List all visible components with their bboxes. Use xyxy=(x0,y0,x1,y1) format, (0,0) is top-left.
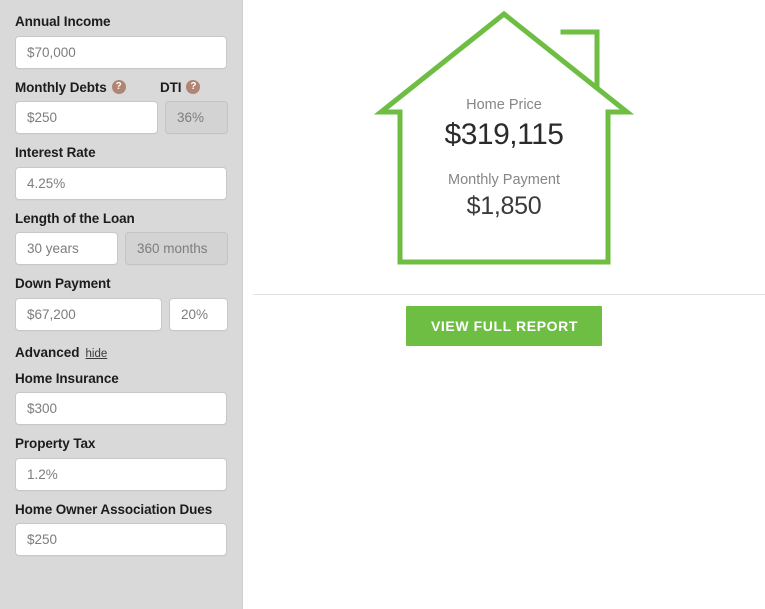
advanced-section-header: Advanced hide xyxy=(15,345,227,360)
down-payment-input[interactable] xyxy=(15,297,162,331)
help-icon-monthly-debts[interactable]: ? xyxy=(111,80,126,95)
field-group-property-tax: Property Tax xyxy=(15,436,227,491)
view-full-report-button[interactable]: VIEW FULL REPORT xyxy=(405,306,602,346)
label-annual-income: Annual Income xyxy=(15,14,227,30)
field-group-down-payment: Down Payment xyxy=(15,276,228,331)
label-loan-length: Length of the Loan xyxy=(15,211,227,227)
results-pane: Home Price $319,115 Monthly Payment $1,8… xyxy=(243,0,765,609)
input-row-annual-income xyxy=(15,35,227,69)
field-group-interest-rate: Interest Rate xyxy=(15,145,227,200)
input-row-loan-length xyxy=(15,232,228,266)
advanced-hide-toggle[interactable]: hide xyxy=(86,348,108,360)
calculator-form-sidebar: Annual Income Monthly Debts ? DTI ? xyxy=(0,0,243,609)
field-group-home-insurance: Home Insurance xyxy=(15,371,227,426)
label-cell-dti: DTI ? xyxy=(160,79,201,96)
label-hoa-dues-text: Home Owner Association Dues xyxy=(15,501,213,517)
down-payment-percent-input[interactable] xyxy=(169,297,228,331)
label-dti: DTI xyxy=(160,79,182,95)
label-down-payment-text: Down Payment xyxy=(15,276,111,292)
hoa-dues-input[interactable] xyxy=(15,523,227,557)
input-row-property-tax xyxy=(15,457,227,491)
label-hoa-dues: Home Owner Association Dues xyxy=(15,502,227,518)
label-interest-rate-text: Interest Rate xyxy=(15,145,96,161)
results-divider xyxy=(253,294,765,295)
input-row-down-payment xyxy=(15,297,228,331)
input-row-monthly-debts-dti xyxy=(15,101,228,135)
label-monthly-debts: Monthly Debts xyxy=(15,79,107,95)
mortgage-calculator-app: Annual Income Monthly Debts ? DTI ? xyxy=(0,0,765,609)
field-group-hoa-dues: Home Owner Association Dues xyxy=(15,502,227,557)
cta-container: VIEW FULL REPORT xyxy=(243,306,765,346)
annual-income-input[interactable] xyxy=(15,35,227,69)
field-group-loan-length: Length of the Loan xyxy=(15,211,228,266)
interest-rate-input[interactable] xyxy=(15,166,227,200)
advanced-title: Advanced xyxy=(15,344,80,360)
house-outline-icon xyxy=(373,10,635,265)
home-insurance-input[interactable] xyxy=(15,392,227,426)
help-icon-dti[interactable]: ? xyxy=(186,80,201,95)
label-property-tax: Property Tax xyxy=(15,436,227,452)
input-row-interest-rate xyxy=(15,166,227,200)
field-group-monthly-debts-dti: Monthly Debts ? DTI ? xyxy=(15,80,228,135)
loan-length-years-input[interactable] xyxy=(15,232,118,266)
monthly-debts-input[interactable] xyxy=(15,101,158,135)
label-row-monthly-debts-dti: Monthly Debts ? DTI ? xyxy=(15,80,227,96)
label-loan-length-text: Length of the Loan xyxy=(15,210,135,226)
label-cell-monthly-debts: Monthly Debts ? xyxy=(15,80,160,96)
property-tax-input[interactable] xyxy=(15,457,227,491)
input-row-hoa-dues xyxy=(15,523,227,557)
input-row-home-insurance xyxy=(15,392,227,426)
label-annual-income-text: Annual Income xyxy=(15,14,111,29)
label-property-tax-text: Property Tax xyxy=(15,436,96,452)
label-interest-rate: Interest Rate xyxy=(15,145,227,161)
label-home-insurance-text: Home Insurance xyxy=(15,370,119,386)
label-home-insurance: Home Insurance xyxy=(15,371,227,387)
label-down-payment: Down Payment xyxy=(15,276,227,292)
loan-length-months-output xyxy=(125,232,228,266)
house-result-graphic: Home Price $319,115 Monthly Payment $1,8… xyxy=(243,0,765,285)
field-group-annual-income: Annual Income xyxy=(15,14,227,69)
dti-output xyxy=(165,101,228,135)
